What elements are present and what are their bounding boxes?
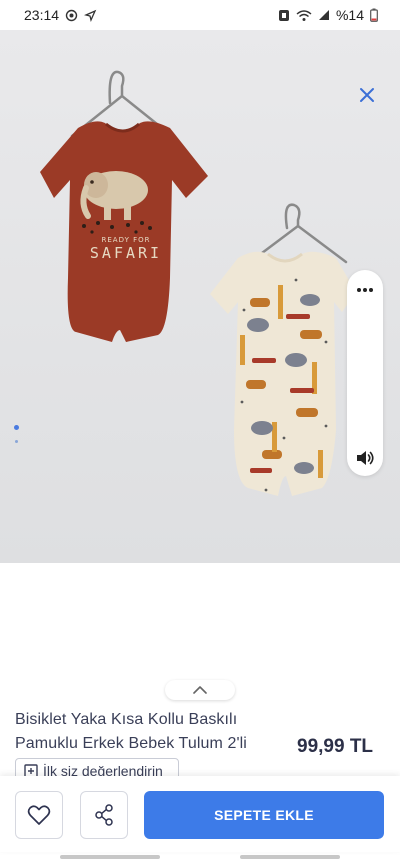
product-title: Bisiklet Yaka Kısa Kollu Baskılı Pamuklu… <box>15 711 247 752</box>
status-right: %14 <box>278 7 378 23</box>
battery-percentage: %14 <box>335 7 364 23</box>
status-time: 23:14 <box>24 7 60 23</box>
sync-icon <box>65 9 78 22</box>
expand-details-handle[interactable] <box>165 680 235 700</box>
status-bar: 23:14 %14 <box>0 0 400 30</box>
nav-indicator-left <box>60 855 160 859</box>
favorite-button[interactable] <box>15 791 63 839</box>
close-icon <box>360 88 374 102</box>
more-dots-icon <box>357 288 373 292</box>
nfc-icon <box>278 9 290 22</box>
product-price: 99,99 TL <box>297 736 374 757</box>
signal-icon <box>318 9 330 21</box>
add-to-cart-button[interactable]: SEPETE EKLE <box>144 791 384 839</box>
print-text-safari: SAFARI <box>90 244 162 262</box>
heart-icon <box>27 805 51 825</box>
romper-safari-print <box>210 251 356 496</box>
share-button[interactable] <box>80 791 128 839</box>
sound-button[interactable] <box>347 442 383 474</box>
media-side-panel <box>347 270 383 476</box>
status-left: 23:14 <box>24 7 97 23</box>
romper-rust: READY FOR SAFARI <box>40 121 208 342</box>
print-text-ready: READY FOR <box>102 236 151 244</box>
share-icon <box>95 804 113 826</box>
close-button[interactable] <box>355 83 379 107</box>
battery-icon <box>370 8 378 22</box>
speaker-icon <box>357 451 374 465</box>
navigation-icon <box>84 9 97 22</box>
gallery-dot[interactable] <box>15 440 18 443</box>
bottom-action-bar: SEPETE EKLE <box>0 776 400 852</box>
product-photo: READY FOR SAFARI <box>40 70 356 496</box>
chevron-up-icon <box>193 686 207 694</box>
nav-indicator-right <box>240 855 340 859</box>
gallery-dot-active[interactable] <box>14 425 19 430</box>
more-button[interactable] <box>347 274 383 306</box>
product-image[interactable]: READY FOR SAFARI <box>0 30 400 563</box>
wifi-icon <box>296 9 312 22</box>
